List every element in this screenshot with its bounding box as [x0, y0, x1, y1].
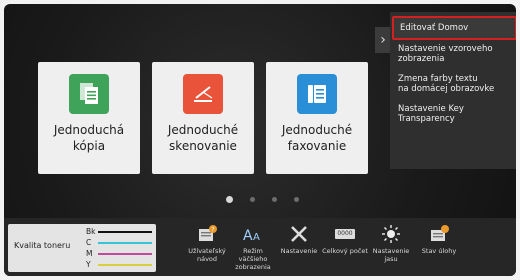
- large-text-icon: A A: [242, 224, 264, 244]
- toner-row-m: M: [70, 249, 154, 259]
- toner-level-c: [98, 242, 152, 244]
- tile-label: Jednoduché skenovanie: [167, 123, 239, 153]
- job-status-icon: [428, 224, 450, 244]
- tile-easy-copy[interactable]: Jednoduchá kópia: [38, 62, 140, 174]
- page-dot[interactable]: [226, 196, 233, 203]
- shortcut-label: Stav úlohy: [421, 247, 457, 255]
- shortcut-label: Nastavenie jasu: [372, 247, 410, 263]
- menu-item-text-color[interactable]: Zmena farby textu na domácej obrazovke: [398, 74, 494, 94]
- menu-item-pattern-setting[interactable]: Nastavenie vzoroveho zobrazenia: [398, 44, 493, 64]
- counter-icon: 0000: [334, 224, 356, 244]
- shortcut-label: Režim väčšieho zobrazenia: [235, 247, 271, 271]
- shortcut-job-status[interactable]: Stav úlohy: [416, 224, 462, 274]
- tile-easy-scan[interactable]: Jednoduché skenovanie: [152, 62, 254, 174]
- toner-status[interactable]: Kvalita toneru Bk C M Y: [8, 224, 156, 272]
- menu-item-edit-home[interactable]: Editovať Domov: [392, 16, 516, 40]
- toner-row-c: C: [70, 238, 154, 248]
- page-dot[interactable]: [294, 197, 299, 202]
- shortcut-brightness[interactable]: Nastavenie jasu: [368, 224, 414, 274]
- action-panel: Editovať Domov Nastavenie vzoroveho zobr…: [390, 12, 516, 169]
- shortcut-total-count[interactable]: 0000 Celkový počet: [322, 224, 368, 274]
- shortcut-settings[interactable]: Nastavenie: [276, 224, 322, 274]
- counter-badge: 0000: [335, 229, 355, 239]
- toner-level-y: [98, 264, 152, 266]
- tile-label: Jednoduchá kópia: [53, 123, 125, 153]
- shortcut-label: Celkový počet: [322, 247, 368, 255]
- manual-icon: ?: [196, 224, 218, 244]
- brightness-icon: [380, 224, 402, 244]
- shortcut-user-manual[interactable]: ? Užívateľský návod: [184, 224, 230, 274]
- close-panel-button[interactable]: ›: [375, 27, 391, 53]
- page-indicator: [4, 196, 516, 205]
- toner-title: Kvalita toneru: [14, 241, 71, 250]
- svg-text:A: A: [243, 228, 253, 244]
- toner-row-bk: Bk: [70, 227, 154, 237]
- settings-tools-icon: [288, 224, 310, 244]
- shortcut-large-display[interactable]: A A Režim väčšieho zobrazenia: [230, 224, 276, 274]
- shortcut-label: Nastavenie: [280, 247, 318, 255]
- copy-icon: [69, 74, 109, 114]
- bottom-bar: Kvalita toneru Bk C M Y ? Užívateľský ná…: [4, 218, 516, 276]
- tile-label: Jednoduché faxovanie: [281, 123, 353, 153]
- svg-text:?: ?: [211, 227, 214, 234]
- fax-icon: [297, 74, 337, 114]
- toner-level-m: [98, 253, 152, 255]
- tile-easy-fax[interactable]: Jednoduché faxovanie: [266, 62, 368, 174]
- scanner-icon: [183, 74, 223, 114]
- toner-row-y: Y: [70, 260, 154, 270]
- home-screen: Jednoduchá kópia Jednoduché skenovanie J…: [4, 4, 516, 276]
- menu-item-key-transparency[interactable]: Nastavenie Key Transparency: [398, 104, 464, 124]
- page-dot[interactable]: [250, 197, 255, 202]
- toner-level-bk: [98, 231, 152, 233]
- svg-text:A: A: [253, 232, 260, 243]
- shortcut-label: Užívateľský návod: [188, 247, 226, 263]
- page-dot[interactable]: [272, 197, 277, 202]
- chevron-right-icon: ›: [380, 32, 386, 48]
